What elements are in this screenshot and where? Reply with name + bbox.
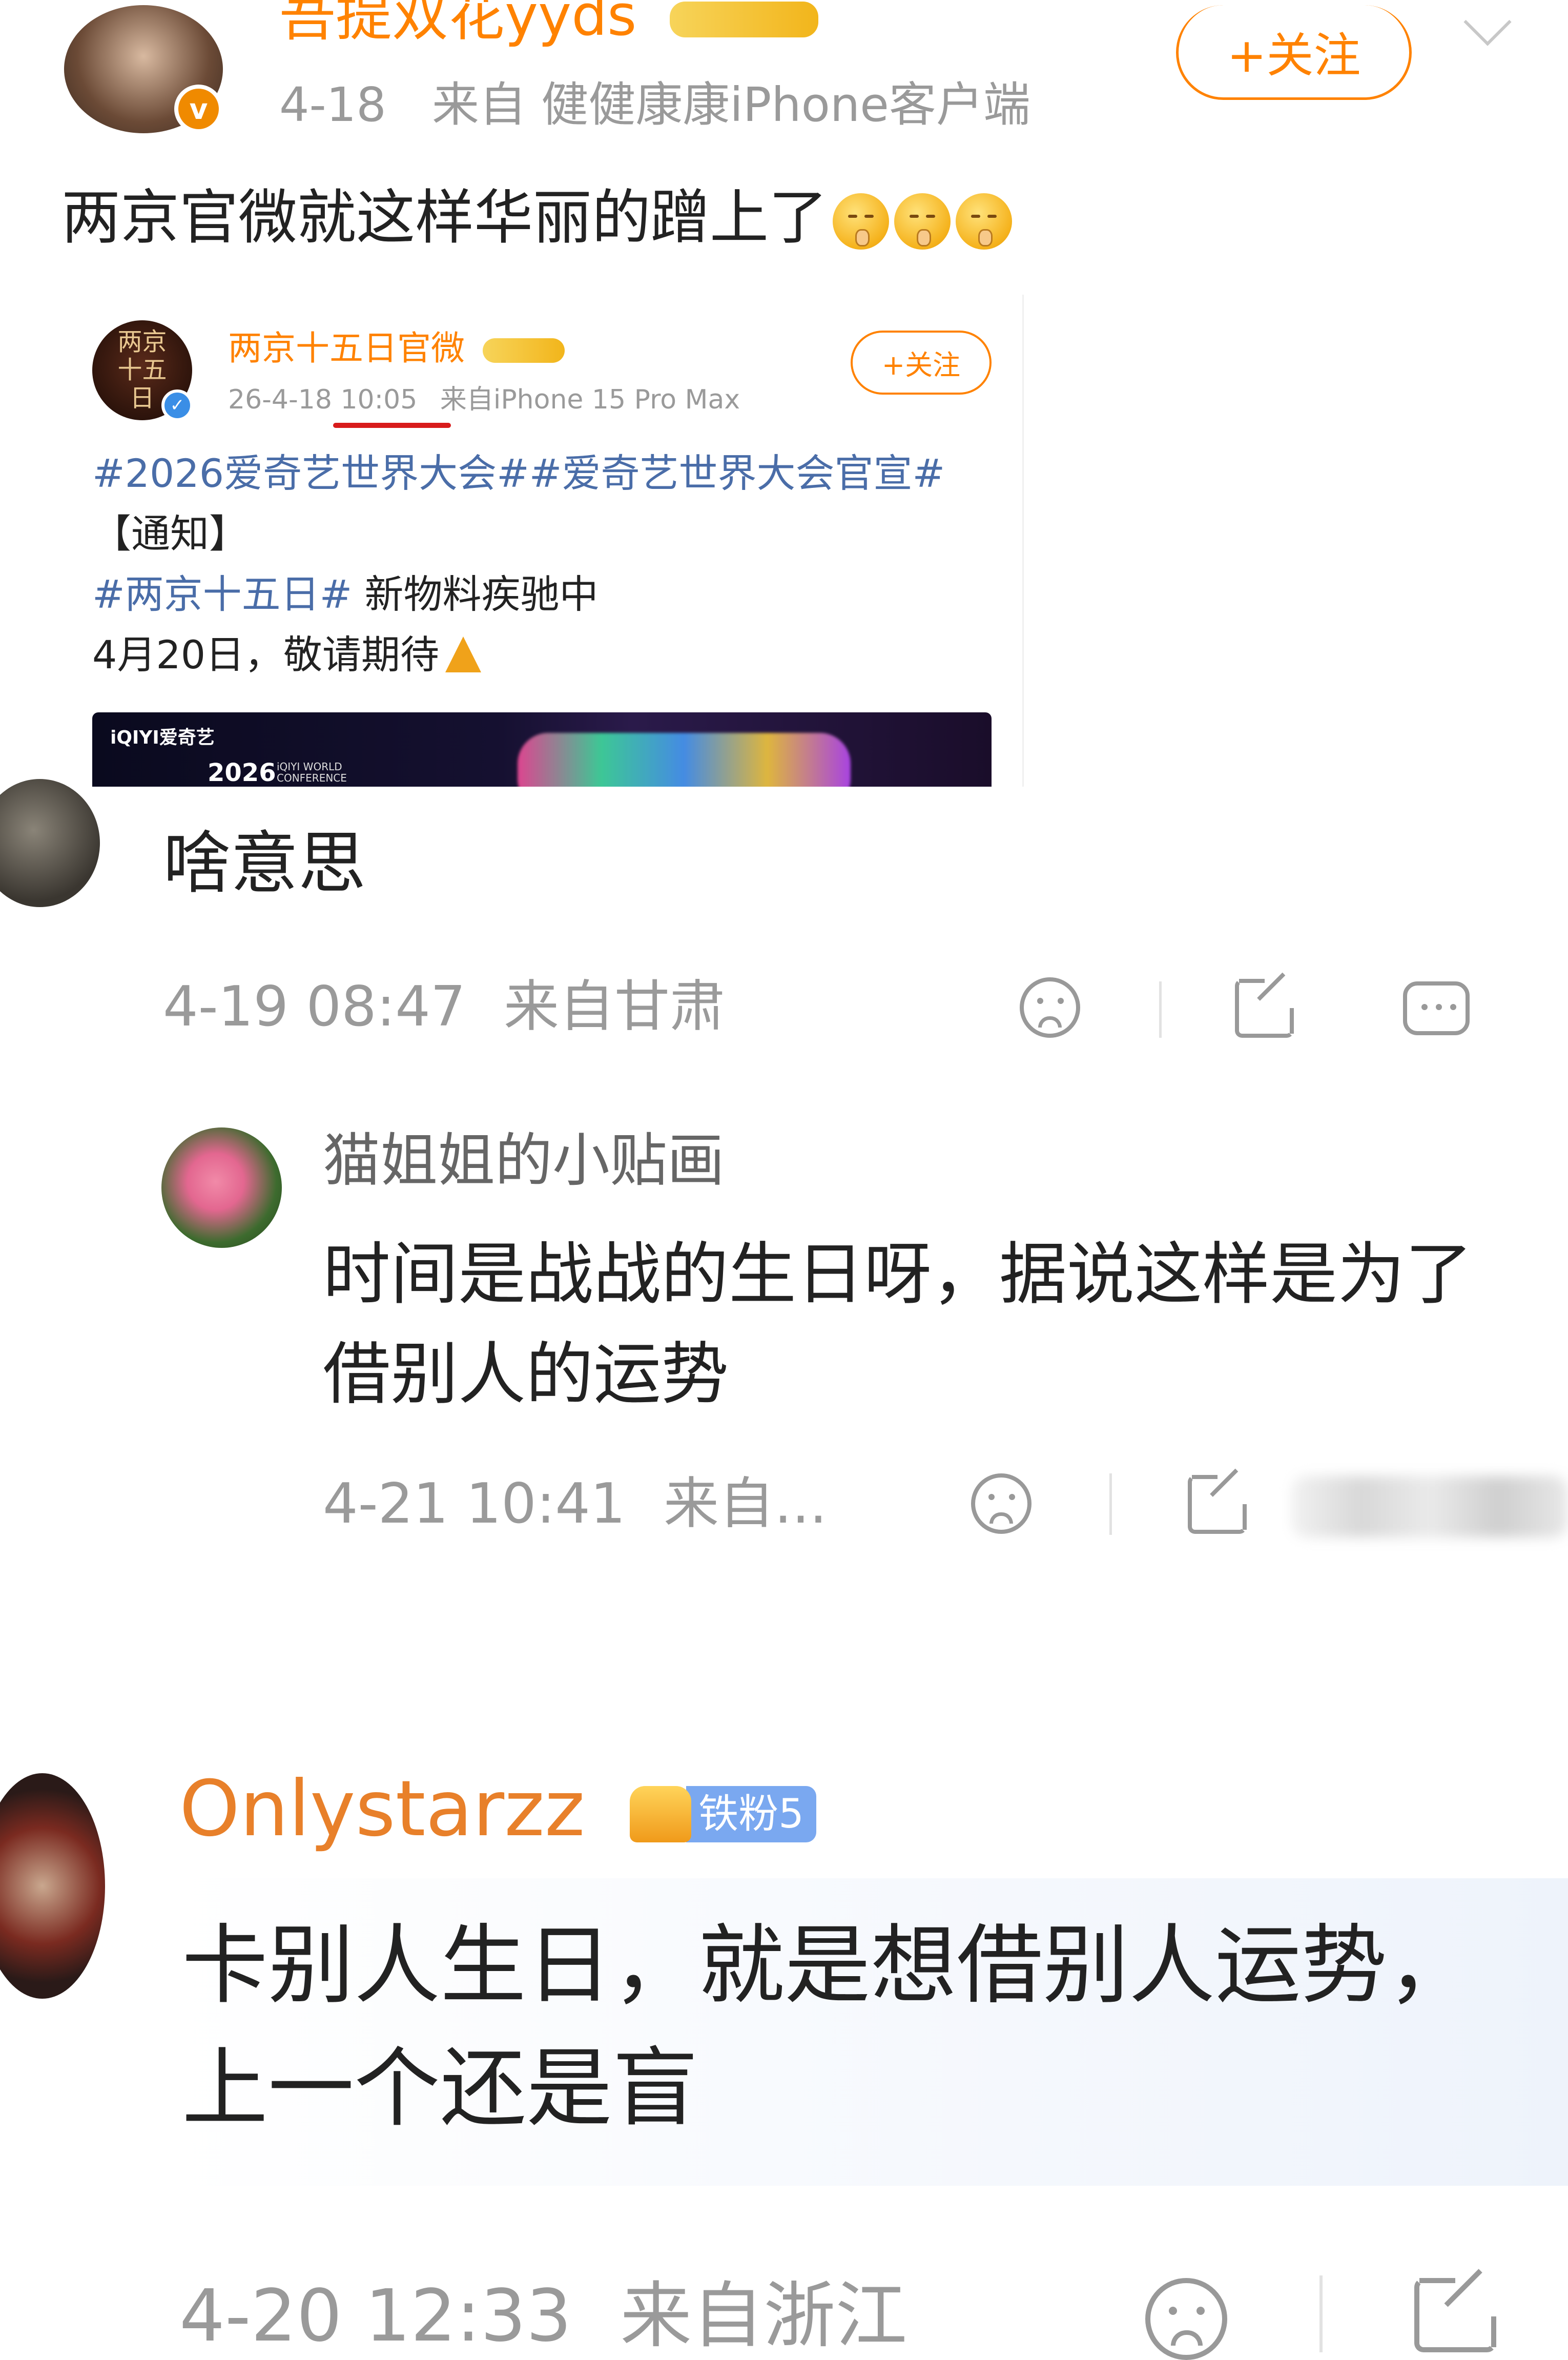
- red-underline-annotation: [333, 423, 451, 428]
- colorful-graphic: [518, 733, 851, 787]
- repost-source: 来自iPhone 15 Pro Max: [440, 384, 740, 415]
- reply-source: 来自...: [664, 1472, 828, 1536]
- verified-badge-icon: v: [174, 85, 223, 133]
- dislike-face-icon[interactable]: [1020, 977, 1080, 1038]
- comment-time: 4-19 08:47: [163, 975, 466, 1039]
- banner-subtitle: iQIYI WORLD CONFERENCE: [277, 761, 347, 784]
- repost-tag[interactable]: #两京十五日#: [92, 571, 352, 617]
- comment2-source: 来自浙江: [620, 2274, 907, 2358]
- crown-icon: [630, 1786, 692, 1842]
- comment-source: 来自甘肃: [504, 975, 726, 1039]
- reply-avatar[interactable]: [161, 1127, 282, 1248]
- fan-level-badge: 铁粉5: [686, 1786, 816, 1842]
- comment-meta: 4-19 08:47 来自甘肃: [163, 974, 725, 1040]
- comment2-meta: 4-20 12:33 来自浙江: [179, 2275, 907, 2357]
- iqiyi-logo: iQIYI爱奇艺: [110, 727, 215, 748]
- dislike-face-icon[interactable]: [971, 1473, 1031, 1534]
- dislike-face-icon[interactable]: [1145, 2278, 1227, 2360]
- repost-time: 26-4-18 10:05: [228, 384, 418, 415]
- comment-bubble-icon[interactable]: [1403, 981, 1470, 1035]
- commenter-avatar[interactable]: [0, 779, 100, 907]
- reply-username[interactable]: 猫姐姐的小贴画: [323, 1125, 725, 1197]
- action-divider: [1159, 981, 1162, 1038]
- repost-username[interactable]: 两京十五日官微: [228, 328, 565, 369]
- sailboat-icon: [445, 637, 482, 672]
- comment2-time: 4-20 12:33: [179, 2274, 572, 2358]
- comment-text: 啥意思: [163, 824, 366, 903]
- repost-follow-button[interactable]: +关注: [851, 331, 992, 395]
- repost-meta: 26-4-18 10:05 来自iPhone 15 Pro Max: [228, 382, 740, 418]
- shush-face-icon: [833, 193, 890, 250]
- post-source: 来自 健健康康iPhone客户端: [432, 77, 1030, 132]
- share-icon[interactable]: [1414, 2269, 1496, 2352]
- verified-blue-icon: ✓: [161, 389, 193, 421]
- comment2-text: 卡别人生日，就是想借别人运势， 上一个还是盲: [182, 1915, 1473, 2139]
- conference-banner-image[interactable]: iQIYI爱奇艺 2026 iQIYI WORLD CONFERENCE: [92, 712, 992, 787]
- vip-badge-icon: [670, 1, 819, 37]
- follow-button[interactable]: +关注: [1176, 5, 1412, 100]
- vip-badge-icon: [482, 338, 565, 363]
- action-divider: [1319, 2275, 1323, 2352]
- repost-text: #2026爱奇艺世界大会##爱奇艺世界大会官宣# 【通知】 #两京十五日# 新物…: [92, 443, 945, 685]
- repost-card[interactable]: 两京十五日 ✓ 两京十五日官微 26-4-18 10:05 来自iPhone 1…: [64, 295, 1024, 787]
- repost-line4: 4月20日，敬请期待: [92, 625, 945, 685]
- chevron-down-icon[interactable]: [1463, 0, 1512, 46]
- shush-face-icon: [956, 193, 1013, 250]
- commenter2-username[interactable]: Onlystarzz 铁粉5: [179, 1766, 816, 1853]
- reply-text: 时间是战战的生日呀，据说这样是为了 借别人的运势: [323, 1235, 1473, 1414]
- repost-hashtags[interactable]: #2026爱奇艺世界大会##爱奇艺世界大会官宣#: [92, 443, 945, 504]
- banner-year: 2026: [208, 758, 276, 787]
- blurred-watermark: [1291, 1476, 1568, 1537]
- post-meta: 4-18 来自 健健康康iPhone客户端: [279, 77, 1030, 133]
- reply-time: 4-21 10:41: [323, 1472, 626, 1536]
- share-icon[interactable]: [1235, 972, 1294, 1038]
- post-content: 两京官微就这样华丽的蹭上了: [61, 182, 1013, 254]
- shush-face-icon: [894, 193, 951, 250]
- repost-line3: #两京十五日# 新物料疾驰中: [92, 571, 599, 617]
- repost-notice: 【通知】: [92, 511, 248, 557]
- author-name[interactable]: 吾提双花yyds: [279, 0, 819, 46]
- post-time: 4-18: [279, 77, 386, 132]
- comment2-text-block: 卡别人生日，就是想借别人运势， 上一个还是盲: [169, 1878, 1568, 2186]
- share-icon[interactable]: [1188, 1468, 1247, 1534]
- action-divider: [1109, 1473, 1112, 1535]
- reply-meta: 4-21 10:41 来自...: [323, 1471, 827, 1537]
- commenter2-avatar[interactable]: [0, 1773, 105, 1999]
